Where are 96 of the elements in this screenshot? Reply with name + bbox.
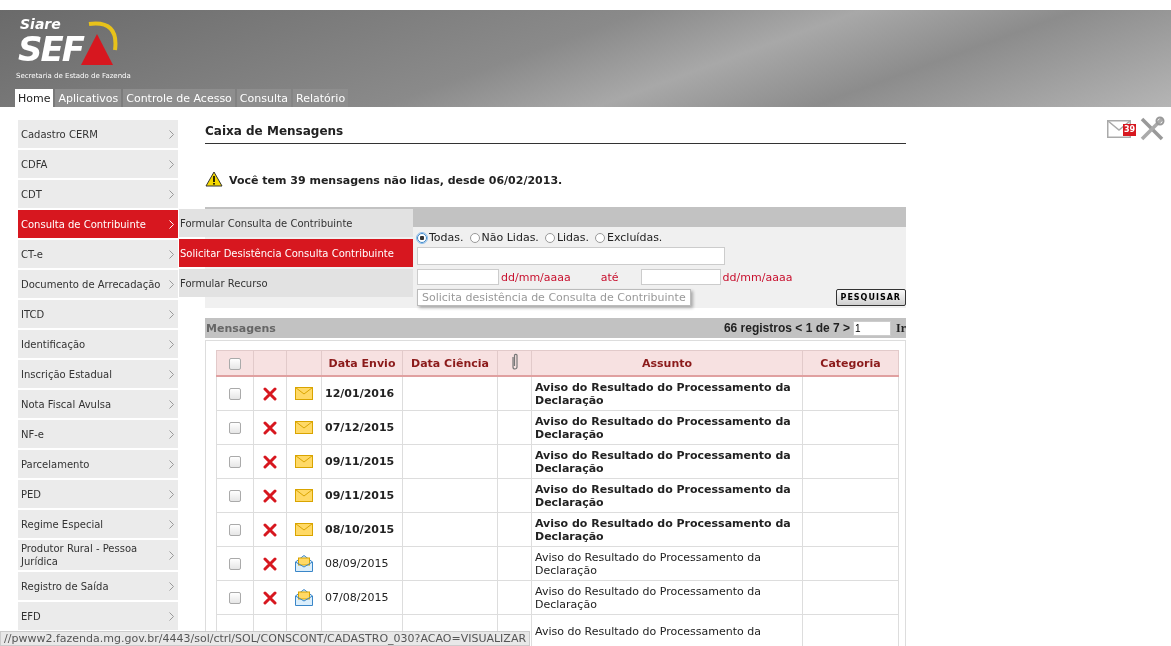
submenu-item[interactable]: Solicitar Desistência Consulta Contribuinte: [179, 239, 413, 267]
sidebar-item[interactable]: Documento de Arrecadação: [18, 270, 178, 298]
sidebar-item[interactable]: Cadastro CERM: [18, 120, 178, 148]
chevron-icon: [169, 189, 174, 199]
table-cell: 08/09/2015: [325, 557, 389, 570]
sidebar-item[interactable]: Parcelamento: [18, 450, 178, 478]
table-cell: 09/11/2015: [325, 489, 395, 502]
date-from-field[interactable]: [417, 269, 499, 285]
chevron-icon: [169, 611, 174, 621]
column-header[interactable]: Data Ciência: [402, 350, 498, 376]
chevron-icon: [169, 159, 174, 169]
closed-envelope-icon[interactable]: [295, 489, 313, 503]
warning-icon: [205, 171, 223, 187]
sidebar-item[interactable]: Consulta de Contribuinte: [18, 210, 178, 238]
closed-envelope-icon[interactable]: [295, 421, 313, 435]
sidebar-item[interactable]: CT-e: [18, 240, 178, 268]
column-header[interactable]: Categoria: [802, 350, 899, 376]
tools-icon[interactable]: [1139, 116, 1165, 142]
tooltip: Solicita desistência de Consulta de Contribuinte: [417, 289, 691, 306]
sidebar-item[interactable]: Regime Especial: [18, 510, 178, 538]
sidebar-item[interactable]: Produtor Rural - Pessoa Jurídica: [18, 540, 178, 570]
table-cell: 12/01/2016: [325, 387, 395, 400]
unread-notice: Você tem 39 mensagens não lidas, desde 06/02/2013.: [229, 174, 563, 187]
search-field[interactable]: [417, 247, 725, 265]
table-cell: 07/08/2015: [325, 591, 389, 604]
sidebar-item[interactable]: Inscrição Estadual: [18, 360, 178, 388]
date-format-hint: dd/mm/aaaa: [722, 270, 793, 284]
submenu-item[interactable]: Formular Recurso: [179, 269, 413, 297]
sidebar-item[interactable]: NF-e: [18, 420, 178, 448]
chevron-icon: [169, 581, 174, 591]
closed-envelope-icon[interactable]: [295, 523, 313, 537]
sidebar-item[interactable]: ITCD: [18, 300, 178, 328]
table-cell: 09/11/2015: [325, 455, 395, 468]
column-header[interactable]: Assunto: [531, 350, 803, 376]
open-envelope-icon[interactable]: [295, 555, 313, 572]
date-to-field[interactable]: [640, 269, 721, 285]
date-separator: até: [600, 270, 619, 284]
chevron-icon: [169, 399, 174, 409]
pager-text: 66 registros < 1 de 7 >: [723, 321, 850, 335]
unread-count-badge: 39: [1123, 124, 1137, 136]
column-header[interactable]: Data Envio: [321, 350, 403, 376]
page-title: Caixa de Mensagens: [205, 107, 906, 144]
row-checkbox[interactable]: [229, 490, 241, 502]
sidebar-item[interactable]: Nota Fiscal Avulsa: [18, 390, 178, 418]
chevron-icon: [169, 129, 174, 139]
go-link[interactable]: Ir: [896, 320, 906, 336]
open-envelope-icon[interactable]: [295, 589, 313, 606]
chevron-icon: [169, 429, 174, 439]
chevron-icon: [169, 519, 174, 529]
search-button[interactable]: PESQUISAR: [835, 289, 906, 306]
chevron-icon: [169, 489, 174, 499]
date-format-hint: dd/mm/aaaa: [501, 270, 571, 284]
closed-envelope-icon[interactable]: [295, 455, 313, 469]
select-all-checkbox[interactable]: [229, 357, 241, 370]
chevron-icon: [169, 309, 174, 319]
row-checkbox[interactable]: [229, 456, 241, 468]
chevron-icon: [169, 339, 174, 349]
closed-envelope-icon[interactable]: [295, 387, 313, 401]
sidebar-item[interactable]: CDFA: [18, 150, 178, 178]
sidebar-item[interactable]: Identificação: [18, 330, 178, 358]
row-checkbox[interactable]: [229, 422, 241, 434]
row-checkbox[interactable]: [229, 592, 241, 604]
messages-title: Mensagens: [206, 321, 276, 335]
logo-sef: SEF: [18, 30, 83, 68]
filter-radio[interactable]: Não Lidas.: [469, 231, 539, 244]
delete-icon[interactable]: [263, 590, 277, 605]
sidebar-item[interactable]: PED: [18, 480, 178, 508]
delete-icon[interactable]: [263, 522, 277, 537]
sidebar-item[interactable]: EFD: [18, 602, 178, 630]
chevron-icon: [169, 369, 174, 379]
status-bar-url: //pwww2.fazenda.mg.gov.br/4443/sol/ctrl/SOL/CONSCONT/CADASTRO_030?ACAO=VISUALIZAR: [0, 631, 531, 646]
paperclip-icon: [510, 351, 519, 372]
nav-tab[interactable]: Home: [15, 89, 54, 107]
delete-icon[interactable]: [263, 488, 277, 503]
logo-siare: Siare: [20, 16, 61, 32]
sidebar-item[interactable]: Registro de Saída: [18, 572, 178, 600]
chevron-icon: [169, 550, 174, 560]
table-cell: 08/10/2015: [325, 523, 395, 536]
filter-radio[interactable]: Excluídas.: [595, 231, 663, 244]
delete-icon[interactable]: [263, 386, 277, 401]
row-checkbox[interactable]: [229, 558, 241, 570]
chevron-icon: [169, 279, 174, 289]
chevron-icon: [169, 249, 174, 259]
delete-icon[interactable]: [263, 454, 277, 469]
chevron-icon: [169, 459, 174, 469]
table-cell: 07/12/2015: [325, 421, 395, 434]
delete-icon[interactable]: [263, 556, 277, 571]
row-checkbox[interactable]: [229, 524, 241, 536]
row-checkbox[interactable]: [229, 388, 241, 400]
chevron-icon: [169, 219, 174, 229]
sidebar-item[interactable]: CDT: [18, 180, 178, 208]
filter-radio[interactable]: Todas.: [417, 231, 464, 244]
filter-radio[interactable]: Lidas.: [544, 231, 589, 244]
delete-icon[interactable]: [263, 420, 277, 435]
submenu-item[interactable]: Formular Consulta de Contribuinte: [179, 209, 413, 237]
page-input[interactable]: 1: [853, 320, 891, 336]
